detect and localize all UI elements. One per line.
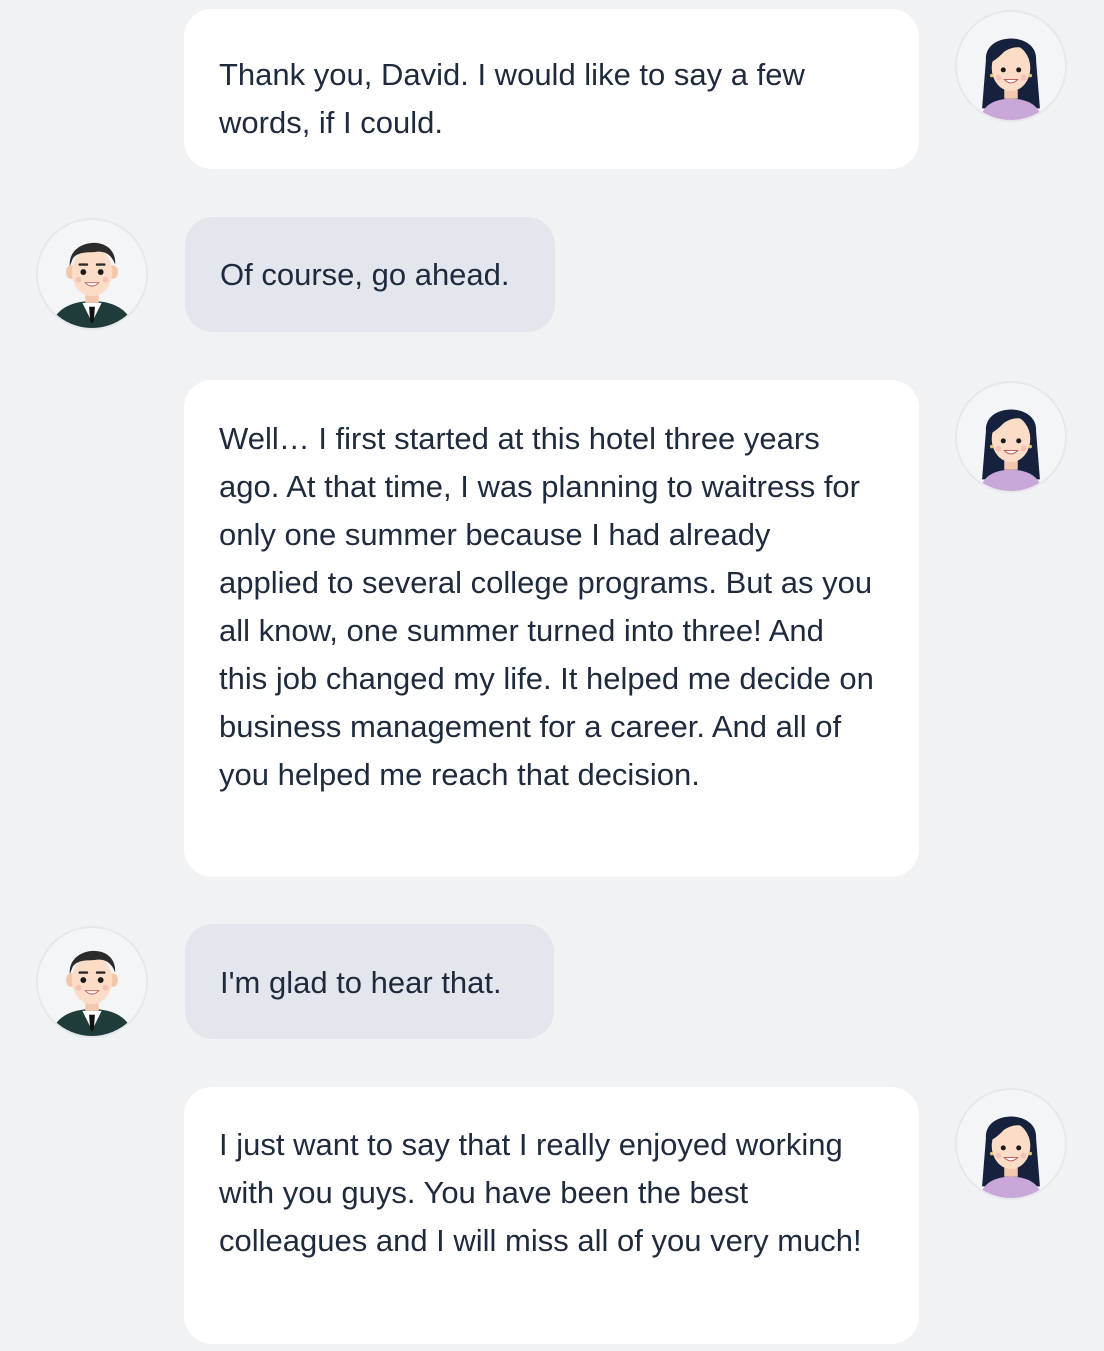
message-bubble-woman: Thank you, David. I would like to say a … bbox=[184, 9, 919, 169]
woman-avatar-icon bbox=[955, 1088, 1067, 1200]
message-text: I'm glad to hear that. bbox=[220, 965, 502, 1000]
message-bubble-man: I'm glad to hear that. bbox=[185, 924, 554, 1039]
man-avatar-icon bbox=[36, 926, 148, 1038]
message-text: Thank you, David. I would like to say a … bbox=[219, 57, 805, 140]
woman-avatar-icon bbox=[955, 381, 1067, 493]
message-text: I just want to say that I really enjoyed… bbox=[219, 1127, 862, 1258]
message-text: Well… I first started at this hotel thre… bbox=[219, 421, 874, 792]
message-bubble-man: Of course, go ahead. bbox=[185, 217, 555, 332]
chat-conversation: Thank you, David. I would like to say a … bbox=[0, 0, 1104, 1351]
message-bubble-woman: Well… I first started at this hotel thre… bbox=[184, 380, 919, 877]
message-bubble-woman: I just want to say that I really enjoyed… bbox=[184, 1087, 919, 1344]
message-text: Of course, go ahead. bbox=[220, 257, 510, 292]
man-avatar-icon bbox=[36, 218, 148, 330]
woman-avatar-icon bbox=[955, 10, 1067, 122]
